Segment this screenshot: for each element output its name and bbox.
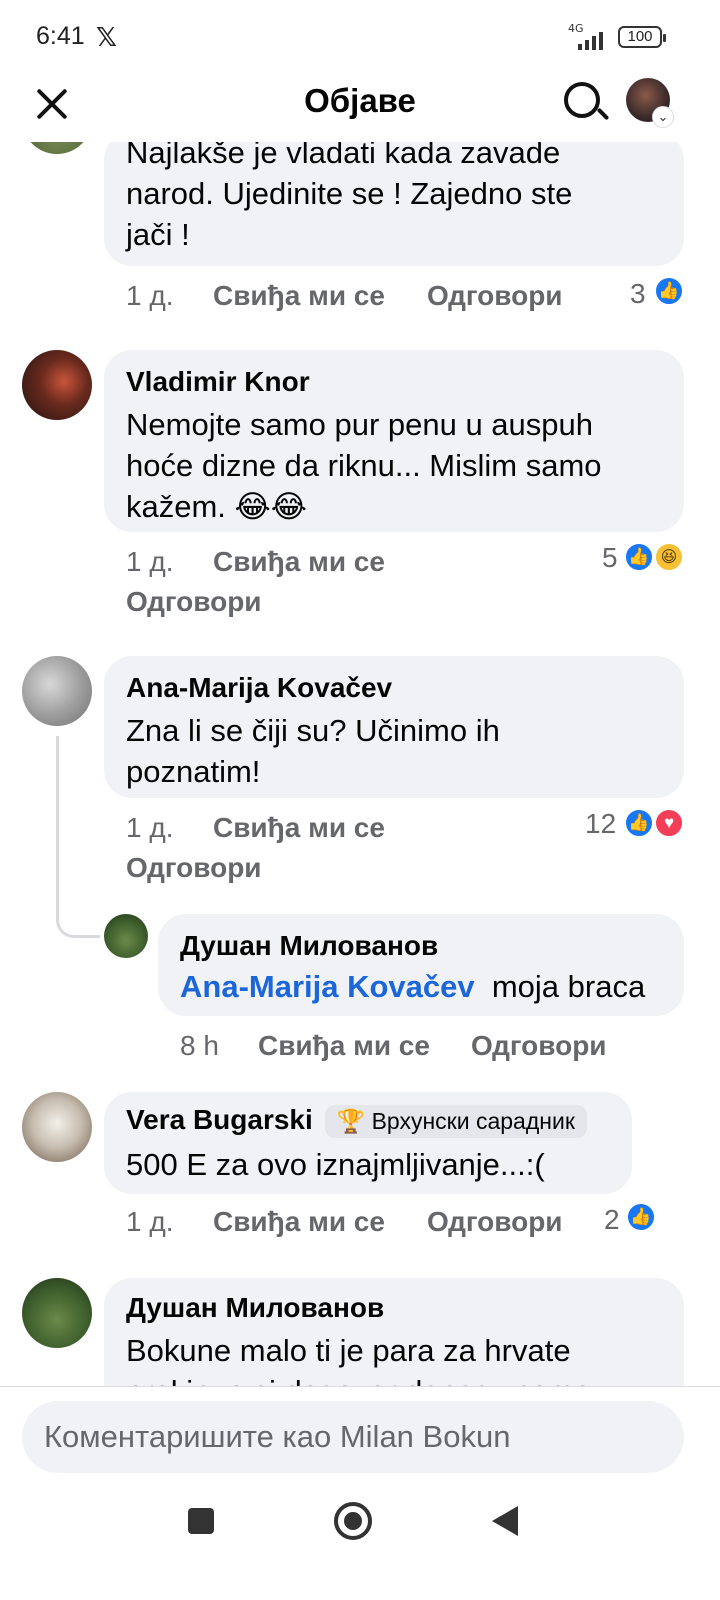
x-app-icon: 𝕏 [96, 22, 117, 52]
reply-reply-button[interactable]: Одговори [471, 1030, 607, 1062]
battery-icon: 100 [618, 26, 666, 48]
comment-author[interactable]: Ana-Marija Kovačev [126, 672, 392, 704]
avatar[interactable] [22, 1278, 92, 1348]
avatar[interactable] [22, 656, 92, 726]
reply-author[interactable]: Душан Милованов [180, 930, 438, 962]
avatar[interactable] [22, 350, 92, 420]
love-reaction-icon: ♥ [654, 808, 684, 838]
back-icon[interactable] [492, 1506, 518, 1536]
comment-author[interactable]: Vera Bugarski [126, 1104, 313, 1135]
like-button[interactable]: Свиђа ми се [213, 812, 385, 844]
home-icon[interactable] [334, 1502, 372, 1540]
reply-button[interactable]: Одговори [126, 586, 262, 618]
comment-bubble[interactable]: Vera Bugarski 🏆 Врхунски сарадник 500 E … [104, 1092, 632, 1194]
reaction-count[interactable]: 12 [585, 808, 616, 840]
status-time: 6:41 [36, 22, 85, 50]
badge-label: Врхунски сарадник [371, 1108, 575, 1135]
mention-link[interactable]: Ana-Marija Kovačev [180, 969, 475, 1004]
haha-reaction-icon: 😆 [654, 542, 684, 572]
comment-author[interactable]: Vladimir Knor [126, 366, 310, 398]
comment-time: 1 д. [126, 546, 174, 577]
like-button[interactable]: Свиђа ми се [213, 280, 385, 312]
reply-text-line: Ana-Marija Kovačev moja braca [180, 966, 645, 1007]
reply-thread-line [56, 736, 100, 938]
comments-list[interactable]: Najlakše je vladati kada zavade narod. U… [0, 142, 720, 1388]
comment-text: Bokune malo ti je para za hrvate prekinu… [126, 1333, 591, 1388]
reply-button[interactable]: Одговори [427, 1206, 563, 1238]
reply-button[interactable]: Одговори [427, 280, 563, 312]
avatar[interactable] [104, 914, 148, 958]
reply-text: moja braca [491, 969, 646, 1004]
like-button[interactable]: Свиђа ми се [213, 546, 385, 578]
trophy-icon: 🏆 [336, 1108, 366, 1135]
avatar[interactable] [22, 142, 92, 154]
avatar[interactable] [22, 1092, 92, 1162]
reaction-count[interactable]: 3 [630, 278, 646, 310]
comment-bubble[interactable]: Ana-Marija Kovačev Zna li se čiji su? Uč… [104, 656, 684, 798]
reply-time: 8 h [180, 1030, 219, 1061]
like-button[interactable]: Свиђа ми се [213, 1206, 385, 1238]
profile-avatar-button[interactable]: ⌄ [626, 78, 674, 128]
comment-text: 500 E za ovo iznajmljivanje...:( [126, 1147, 545, 1182]
comment-bubble[interactable]: Vladimir Knor Nemojte samo pur penu u au… [104, 350, 684, 532]
reply-like-button[interactable]: Свиђа ми се [258, 1030, 430, 1062]
comment-composer: Коментаришите као Milan Bokun [0, 1386, 720, 1494]
signal-icon: 4G [568, 22, 612, 50]
comment-bubble[interactable]: Душан Милованов Bokune malo ti je para z… [104, 1278, 684, 1388]
top-contributor-badge[interactable]: 🏆 Врхунски сарадник [324, 1105, 587, 1139]
comment-bubble[interactable]: Najlakše je vladati kada zavade narod. U… [104, 142, 684, 266]
comment-author-row: Vera Bugarski 🏆 Врхунски сарадник [126, 1104, 587, 1139]
comment-text: Nemojte samo pur penu u auspuh hoće dizn… [126, 407, 602, 524]
chevron-down-icon: ⌄ [652, 106, 674, 128]
search-icon[interactable] [562, 80, 610, 128]
comment-text: Zna li se čiji su? Učinimo ih poznatim! [126, 713, 500, 789]
comment-input[interactable]: Коментаришите као Milan Bokun [22, 1401, 684, 1473]
comment-time: 1 д. [126, 1206, 174, 1237]
top-bar: Објаве ⌄ [0, 72, 720, 142]
like-reaction-icon: 👍 [626, 1202, 656, 1232]
like-reaction-icon: 👍 [654, 276, 684, 306]
reply-button[interactable]: Одговори [126, 852, 262, 884]
recents-icon[interactable] [188, 1508, 214, 1534]
page-title: Објаве [304, 82, 416, 119]
reaction-count[interactable]: 5 [602, 542, 618, 574]
reaction-count[interactable]: 2 [604, 1204, 620, 1236]
status-bar: 6:41 𝕏 4G 100 [0, 0, 720, 76]
battery-level: 100 [627, 28, 653, 45]
system-nav-bar [0, 1494, 720, 1600]
comment-time: 1 д. [126, 280, 174, 311]
like-reaction-icon: 👍 [624, 808, 654, 838]
comment-time: 1 д. [126, 812, 174, 843]
comment-text: Najlakše je vladati kada zavade narod. U… [126, 142, 573, 252]
reply-bubble[interactable]: Душан Милованов Ana-Marija Kovačev moja … [158, 914, 684, 1016]
like-reaction-icon: 👍 [624, 542, 654, 572]
comment-author[interactable]: Душан Милованов [126, 1292, 384, 1324]
